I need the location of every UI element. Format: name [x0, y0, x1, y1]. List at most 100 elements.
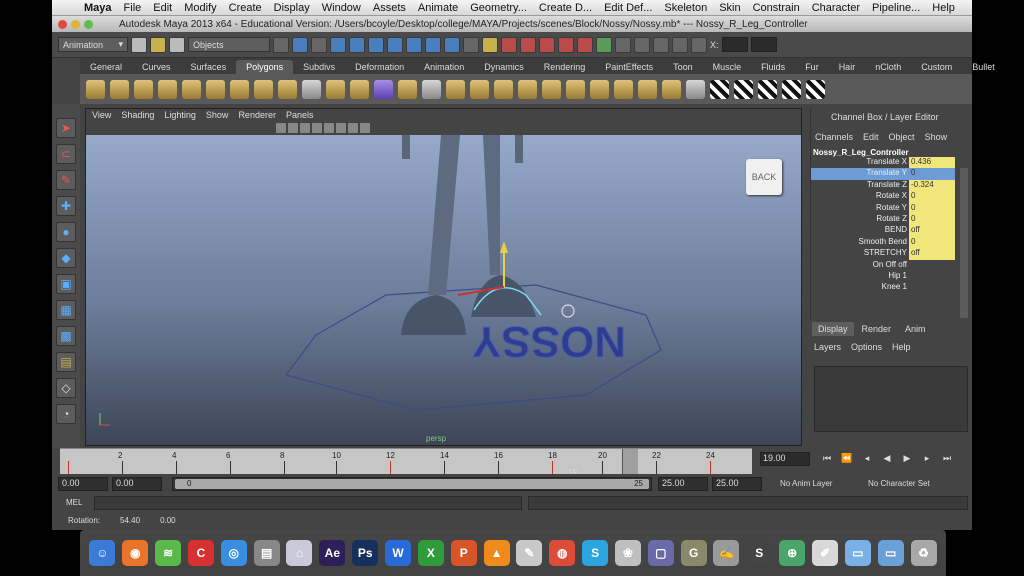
channel-value[interactable]: 0	[909, 168, 955, 180]
checker-map-icon[interactable]	[710, 79, 729, 99]
dock-stickies-icon[interactable]: ✎	[516, 540, 543, 566]
fill-hole-icon[interactable]	[614, 79, 633, 99]
poly-torus-icon[interactable]	[206, 79, 225, 99]
poly-pipe-icon[interactable]	[278, 79, 297, 99]
object-mode-icon[interactable]	[292, 36, 308, 53]
spherical-map-icon[interactable]	[758, 79, 777, 99]
playback-start-field[interactable]: 0.00	[112, 477, 162, 491]
cylindrical-map-icon[interactable]	[734, 79, 753, 99]
channel-value[interactable]: off	[909, 248, 955, 260]
layer-menu-help[interactable]: Help	[892, 342, 911, 352]
menu-skeleton[interactable]: Skeleton	[658, 2, 713, 14]
y-input[interactable]	[750, 37, 777, 52]
shelf-tab-hair[interactable]: Hair	[829, 60, 866, 74]
channel-value[interactable]: -0.324	[909, 179, 955, 192]
select-misc-icon[interactable]	[463, 36, 479, 53]
paint-select-tool-icon[interactable]: ✎	[56, 170, 76, 190]
insert-edge-loop-icon[interactable]	[494, 79, 513, 99]
offset-edge-loop-icon[interactable]	[518, 79, 537, 99]
step-forward-key-icon[interactable]: ▸	[920, 453, 934, 464]
split-polygon-icon[interactable]	[470, 79, 489, 99]
channel-box-scrollbar[interactable]	[960, 168, 968, 318]
layer-list[interactable]	[814, 366, 968, 432]
close-button[interactable]	[58, 19, 67, 29]
shelf-tab-surfaces[interactable]: Surfaces	[181, 60, 237, 74]
show-attribute-editor-icon[interactable]	[691, 36, 707, 53]
channel-row[interactable]: Translate X 0.436	[811, 157, 972, 169]
render-settings-icon[interactable]	[653, 36, 669, 53]
poly-sphere-icon[interactable]	[86, 79, 105, 99]
select-curves-icon[interactable]	[368, 36, 384, 53]
playhead[interactable]	[622, 449, 638, 475]
smooth-icon[interactable]	[374, 79, 393, 99]
select-rendering-icon[interactable]	[444, 36, 460, 53]
manipulator-tool-icon[interactable]: ▣	[56, 274, 76, 294]
menu-display[interactable]: Display	[268, 2, 316, 14]
menu-help[interactable]: Help	[926, 2, 961, 14]
shelf-tab-ncloth[interactable]: nCloth	[865, 60, 911, 74]
shelf-tab-muscle[interactable]: Muscle	[703, 60, 752, 74]
dock-photoshop-icon[interactable]: Ps	[352, 540, 379, 566]
separate-icon[interactable]	[326, 79, 345, 99]
channel-row[interactable]: Knee 1	[811, 282, 972, 293]
dock-excel-icon[interactable]: X	[417, 540, 444, 566]
channel-value[interactable]: 0	[909, 191, 955, 203]
tab-display[interactable]: Display	[812, 322, 854, 336]
append-polygon-icon[interactable]	[446, 79, 465, 99]
snap-surface-icon[interactable]	[558, 36, 574, 53]
viewport-menu-show[interactable]: Show	[206, 110, 229, 120]
minimize-button[interactable]	[71, 19, 80, 29]
poly-plane-icon[interactable]	[182, 79, 201, 99]
render-icon[interactable]	[615, 36, 631, 53]
channel-row[interactable]: On Off off	[811, 260, 972, 271]
selection-mode-dropdown[interactable]: Objects	[188, 37, 270, 52]
shelf-tab-animation[interactable]: Animation	[414, 60, 474, 74]
menu-skin[interactable]: Skin	[713, 2, 746, 14]
character-set-dropdown[interactable]: No Character Set	[868, 479, 930, 488]
menu-window[interactable]: Window	[316, 2, 367, 14]
hierarchy-icon[interactable]	[273, 36, 289, 53]
play-backwards-icon[interactable]: ◀	[880, 453, 894, 464]
lock-selection-icon[interactable]	[482, 36, 498, 53]
make-live-icon[interactable]	[577, 36, 593, 53]
menu-create-d[interactable]: Create D...	[533, 2, 598, 14]
channel-value[interactable]	[909, 271, 955, 282]
tab-anim[interactable]: Anim	[899, 322, 932, 336]
menuset-dropdown[interactable]: Animation ▾	[58, 37, 128, 52]
dock-jar-icon[interactable]: ⌂	[286, 540, 313, 566]
dock-powerpoint-icon[interactable]: P	[450, 540, 477, 566]
layer-menu-layers[interactable]: Layers	[814, 342, 841, 352]
channel-value[interactable]	[909, 260, 955, 271]
select-joints-icon[interactable]	[349, 36, 365, 53]
shelf-tab-curves[interactable]: Curves	[132, 60, 181, 74]
channel-row[interactable]: Rotate Y0	[811, 202, 972, 214]
grid-toggle-icon[interactable]	[360, 123, 370, 133]
shelf-tab-deformation[interactable]: Deformation	[345, 60, 414, 74]
use-all-lights-icon[interactable]	[312, 123, 322, 133]
viewport-menu-shading[interactable]: Shading	[121, 110, 154, 120]
snap-point-icon[interactable]	[539, 36, 555, 53]
dock-folder-icon[interactable]: ▭	[844, 540, 871, 566]
menu-file[interactable]: File	[118, 2, 148, 14]
menu-pipeline[interactable]: Pipeline...	[866, 2, 926, 14]
mirror-icon[interactable]	[638, 79, 657, 99]
outliner-layout-icon[interactable]: ▤	[56, 352, 76, 372]
xray-icon[interactable]	[348, 123, 358, 133]
snap-curve-icon[interactable]	[520, 36, 536, 53]
select-tool-icon[interactable]: ➤	[56, 118, 76, 138]
menu-character[interactable]: Character	[806, 2, 866, 14]
wireframe-icon[interactable]	[276, 123, 286, 133]
shelf-tab-toon[interactable]: Toon	[663, 60, 703, 74]
new-scene-icon[interactable]	[131, 36, 147, 53]
shadows-icon[interactable]	[324, 123, 334, 133]
shelf-tab-painteffects[interactable]: PaintEffects	[595, 60, 663, 74]
select-dynamics-icon[interactable]	[425, 36, 441, 53]
bridge-icon[interactable]	[422, 79, 441, 99]
channel-value[interactable]: 0.436	[909, 157, 955, 169]
dock-downloads-icon[interactable]: ▭	[877, 540, 904, 566]
end-time-field[interactable]: 25.00	[712, 477, 762, 491]
anim-layer-dropdown[interactable]: No Anim Layer	[780, 479, 832, 488]
shelf-tab-fluids[interactable]: Fluids	[751, 60, 795, 74]
uv-editor-icon[interactable]	[806, 79, 825, 99]
render-view-layout-icon[interactable]: ◔	[56, 404, 76, 424]
